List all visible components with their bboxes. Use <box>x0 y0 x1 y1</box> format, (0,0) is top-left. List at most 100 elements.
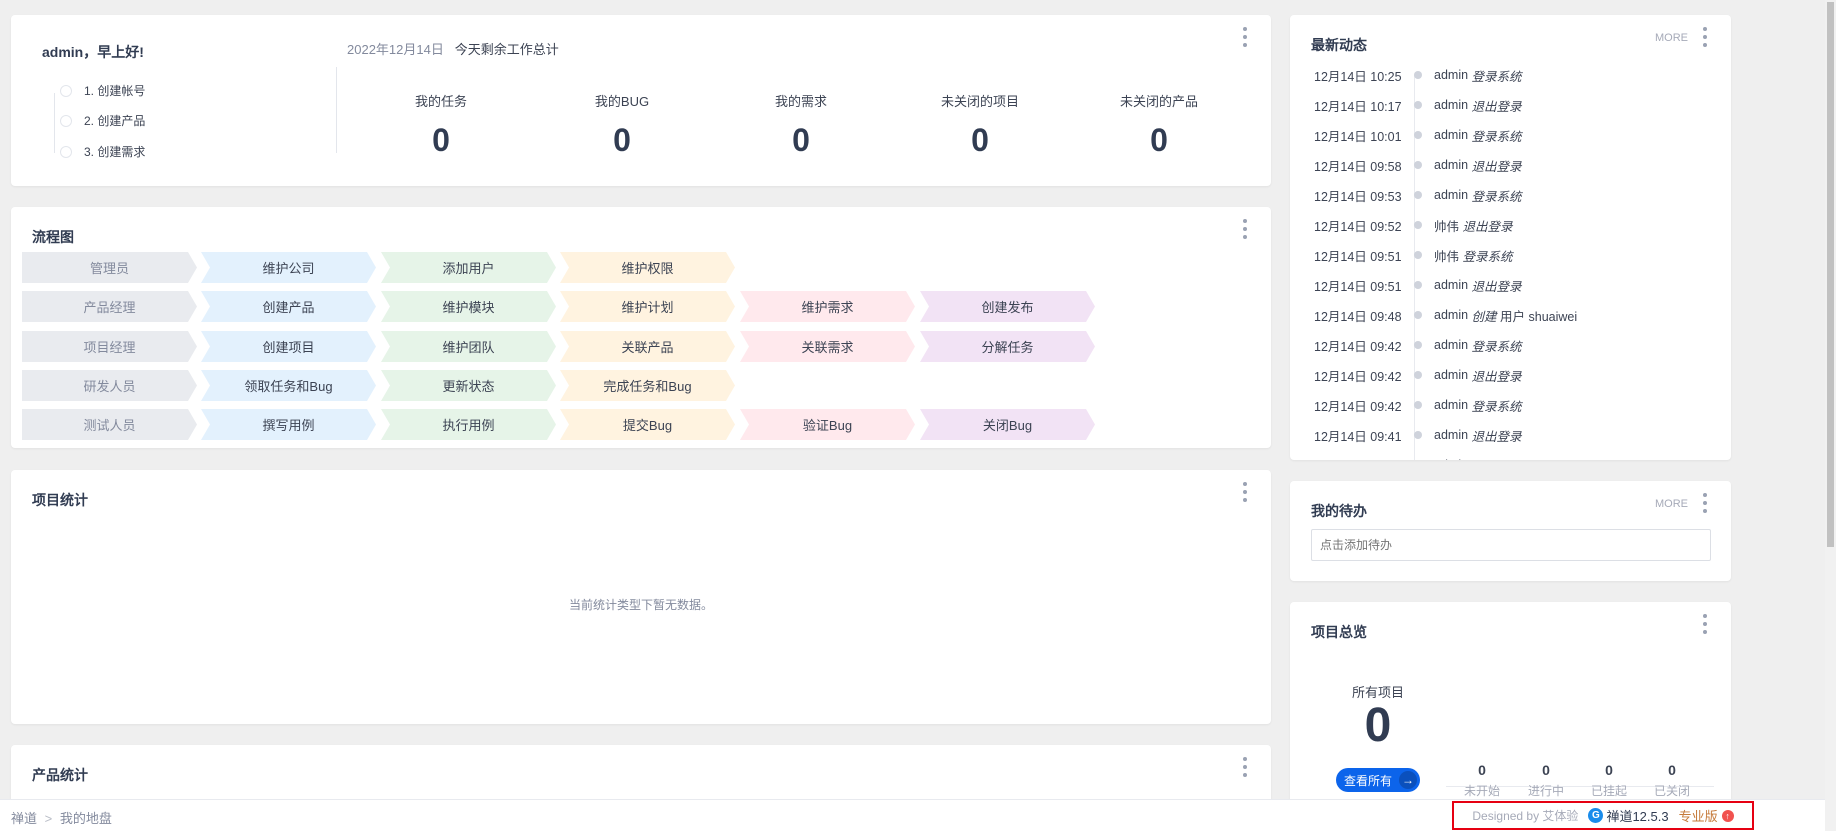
dynamic-item[interactable]: 12月14日 10:25 admin 登录系统 <box>1314 65 1525 85</box>
dynamic-action: 退出登录 <box>1462 219 1513 234</box>
dynamic-item[interactable]: 12月14日 09:41admin 登录系统 <box>1314 455 1525 460</box>
state-suspended[interactable]: 0 已挂起 <box>1579 762 1639 799</box>
more-options-icon[interactable] <box>1242 482 1248 502</box>
step-circle-icon <box>60 145 72 158</box>
state-label: 未开始 <box>1463 784 1500 798</box>
card-title: 我的待办 <box>1311 503 1367 519</box>
todo-input[interactable] <box>1311 529 1711 561</box>
stat-open-products[interactable]: 未关闭的产品 0 <box>1074 91 1244 159</box>
flow-step[interactable]: 创建项目 <box>201 331 376 362</box>
dynamic-item[interactable]: 12月14日 09:51 帅伟 登录系统 <box>1314 245 1516 265</box>
dynamic-action: 登录系统 <box>1471 189 1522 204</box>
flow-step[interactable]: 完成任务和Bug <box>560 370 735 401</box>
flow-step[interactable]: 创建发布 <box>920 291 1095 322</box>
flow-step[interactable]: 执行用例 <box>381 409 556 440</box>
flow-step[interactable]: 关联需求 <box>740 331 915 362</box>
dynamic-item[interactable]: 12月14日 09:58 admin 退出登录 <box>1314 155 1525 175</box>
dynamic-item[interactable]: 12月14日 09:41 admin 退出登录 <box>1314 425 1525 445</box>
flow-step[interactable]: 领取任务和Bug <box>201 370 376 401</box>
zentao-logo-icon: G <box>1588 808 1604 823</box>
more-link[interactable]: MORE <box>1655 32 1688 44</box>
card-title: 项目总览 <box>1311 624 1367 640</box>
state-doing[interactable]: 0 进行中 <box>1516 762 1576 799</box>
dynamic-action: 退出登录 <box>1471 99 1522 114</box>
dynamic-actor: admin <box>1434 68 1469 82</box>
dynamic-item[interactable]: 12月14日 09:48 admin 创建 用户 shuaiwei <box>1314 305 1577 325</box>
flow-step[interactable]: 分解任务 <box>920 331 1095 362</box>
flow-step[interactable]: 添加用户 <box>381 252 556 283</box>
more-options-icon[interactable] <box>1242 219 1248 239</box>
dynamic-item[interactable]: 12月14日 09:52 帅伟 退出登录 <box>1314 215 1516 235</box>
timeline-dot-icon <box>1414 221 1422 229</box>
stat-value: 0 <box>792 122 810 158</box>
state-closed[interactable]: 0 已关闭 <box>1642 762 1702 799</box>
state-value: 0 <box>1542 762 1550 778</box>
flow-role: 研发人员 <box>22 370 197 401</box>
dynamic-actor: 帅伟 <box>1434 249 1460 264</box>
flow-step[interactable]: 维护团队 <box>381 331 556 362</box>
more-options-icon[interactable] <box>1702 493 1708 513</box>
flow-step[interactable]: 维护权限 <box>560 252 735 283</box>
more-options-icon[interactable] <box>1242 27 1248 47</box>
flow-step[interactable]: 维护模块 <box>381 291 556 322</box>
state-value: 0 <box>1668 762 1676 778</box>
flow-step[interactable]: 撰写用例 <box>201 409 376 440</box>
state-waiting[interactable]: 0 未开始 <box>1452 762 1512 799</box>
step-create-story[interactable]: 3. 创建需求 <box>60 143 145 160</box>
stat-value: 0 <box>1150 122 1168 158</box>
dynamic-item[interactable]: 12月14日 10:01 admin 登录系统 <box>1314 125 1525 145</box>
stat-label: 我的BUG <box>594 94 650 109</box>
welcome-card: admin，早上好! 1. 创建帐号 2. 创建产品 3. 创建需求 2022年… <box>11 15 1271 186</box>
flow-step[interactable]: 验证Bug <box>740 409 915 440</box>
version-link[interactable]: 禅道12.5.3 <box>1606 806 1668 825</box>
scrollbar[interactable] <box>1825 0 1836 831</box>
flow-step[interactable]: 关联产品 <box>560 331 735 362</box>
scrollbar-thumb[interactable] <box>1827 2 1834 547</box>
timeline-dot-icon <box>1414 431 1422 439</box>
dynamic-actor: admin <box>1434 428 1469 442</box>
dynamic-item[interactable]: 12月14日 09:51 admin 退出登录 <box>1314 275 1525 295</box>
dynamic-actor: admin <box>1434 188 1469 202</box>
step-create-product[interactable]: 2. 创建产品 <box>60 112 145 129</box>
flow-step[interactable]: 创建产品 <box>201 291 376 322</box>
dynamic-action: 退出登录 <box>1471 279 1522 294</box>
stat-value: 0 <box>613 122 631 158</box>
more-options-icon[interactable] <box>1242 757 1248 777</box>
flow-step[interactable]: 维护需求 <box>740 291 915 322</box>
dynamic-item[interactable]: 12月14日 09:42 admin 登录系统 <box>1314 335 1525 355</box>
timeline-dot-icon <box>1414 281 1422 289</box>
more-options-icon[interactable] <box>1702 27 1708 47</box>
stat-open-projects[interactable]: 未关闭的项目 0 <box>895 91 1065 159</box>
dynamic-action: 登录系统 <box>1471 129 1522 144</box>
stat-my-tasks[interactable]: 我的任务 0 <box>356 91 526 159</box>
stat-my-bugs[interactable]: 我的BUG 0 <box>537 91 707 159</box>
flow-step[interactable]: 提交Bug <box>560 409 735 440</box>
flow-step[interactable]: 更新状态 <box>381 370 556 401</box>
date: 2022年12月14日 <box>347 42 444 57</box>
dynamic-item[interactable]: 12月14日 09:53 admin 登录系统 <box>1314 185 1525 205</box>
dynamic-actor: admin <box>1434 368 1469 382</box>
breadcrumb: 禅道 > 我的地盘 <box>11 808 112 827</box>
flow-step[interactable]: 维护计划 <box>560 291 735 322</box>
date-line: 2022年12月14日 今天剩余工作总计 <box>347 39 559 58</box>
stat-my-stories[interactable]: 我的需求 0 <box>716 91 886 159</box>
empty-message: 当前统计类型下暂无数据。 <box>568 598 713 612</box>
dynamic-item[interactable]: 12月14日 09:42 admin 登录系统 <box>1314 395 1525 415</box>
dynamic-actor: admin <box>1434 338 1469 352</box>
step-create-account[interactable]: 1. 创建帐号 <box>60 82 145 99</box>
breadcrumb-home[interactable]: 禅道 <box>11 811 37 826</box>
timeline-dot-icon <box>1414 311 1422 319</box>
view-all-button[interactable]: 查看所有 → <box>1336 768 1420 792</box>
upgrade-icon[interactable]: ↑ <box>1721 809 1734 822</box>
edition-link[interactable]: 专业版 <box>1679 806 1718 825</box>
more-link[interactable]: MORE <box>1655 498 1688 510</box>
flow-step[interactable]: 维护公司 <box>201 252 376 283</box>
dynamic-object[interactable]: 用户 shuaiwei <box>1500 306 1577 325</box>
flow-step[interactable]: 关闭Bug <box>920 409 1095 440</box>
more-options-icon[interactable] <box>1702 614 1708 634</box>
breadcrumb-separator: > <box>44 811 53 826</box>
state-value: 0 <box>1605 762 1613 778</box>
dynamic-item[interactable]: 12月14日 10:17 admin 退出登录 <box>1314 95 1525 115</box>
timeline-dot-icon <box>1414 371 1422 379</box>
dynamic-item[interactable]: 12月14日 09:42 admin 退出登录 <box>1314 365 1525 385</box>
